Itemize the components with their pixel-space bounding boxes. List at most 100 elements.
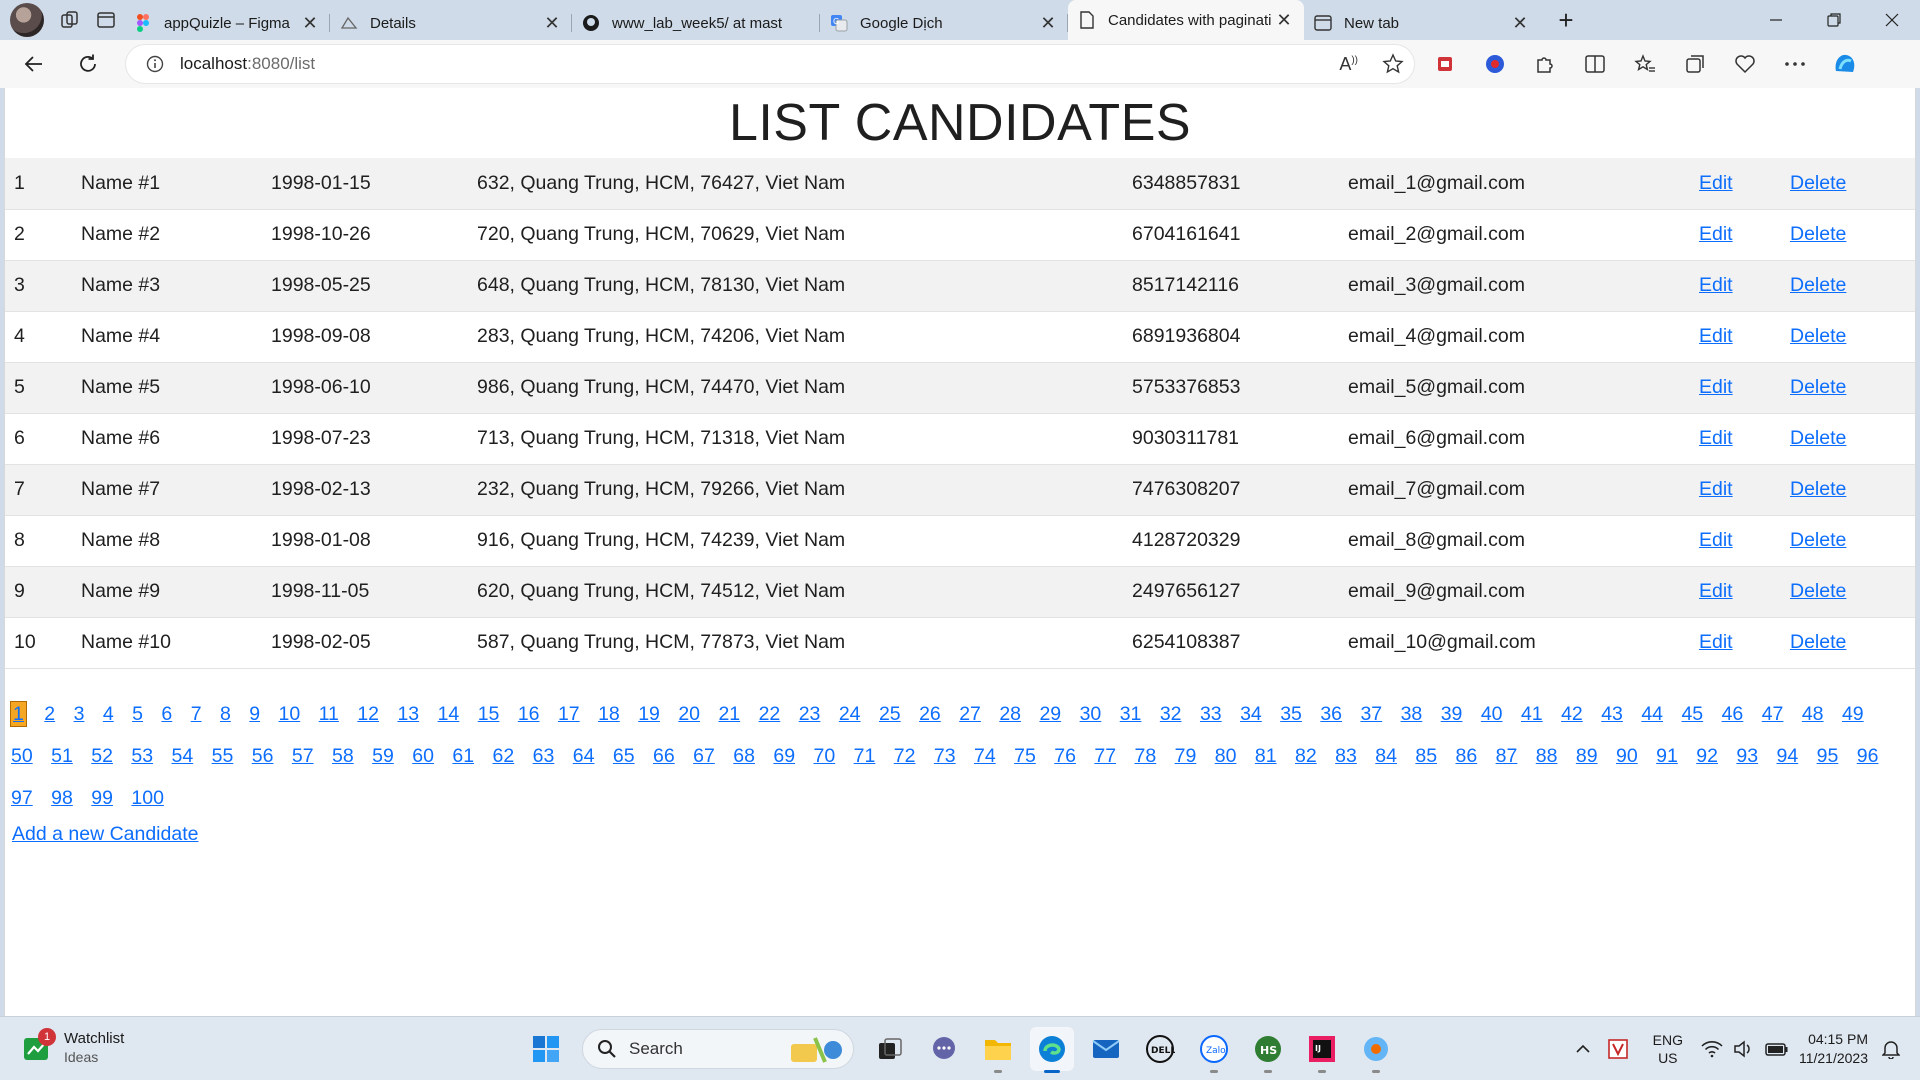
page-link[interactable]: 12 (357, 702, 379, 726)
page-link[interactable]: 34 (1240, 702, 1262, 726)
page-link[interactable]: 15 (478, 702, 500, 726)
page-link[interactable]: 17 (558, 702, 580, 726)
delete-link[interactable]: Delete (1790, 580, 1846, 602)
edit-link[interactable]: Edit (1699, 325, 1733, 347)
address-bar[interactable]: localhost:8080/list A)) (126, 45, 1414, 83)
page-link[interactable]: 14 (438, 702, 460, 726)
page-link[interactable]: 11 (319, 702, 339, 726)
edit-link[interactable]: Edit (1699, 274, 1733, 296)
page-link[interactable]: 95 (1817, 744, 1839, 768)
page-link[interactable]: 28 (999, 702, 1021, 726)
page-link[interactable]: 78 (1135, 744, 1157, 768)
page-link[interactable]: 69 (773, 744, 795, 768)
quick-settings-button[interactable] (1701, 1040, 1789, 1058)
edit-link[interactable]: Edit (1699, 427, 1733, 449)
page-link[interactable]: 58 (332, 744, 354, 768)
page-link[interactable]: 22 (759, 702, 781, 726)
page-link[interactable]: 49 (1842, 702, 1864, 726)
page-link[interactable]: 42 (1561, 702, 1583, 726)
hs-app-button[interactable]: HS (1246, 1027, 1290, 1073)
file-explorer-button[interactable] (976, 1027, 1020, 1073)
close-window-button[interactable] (1864, 0, 1920, 40)
refresh-button[interactable] (68, 46, 108, 82)
page-link[interactable]: 85 (1415, 744, 1437, 768)
tab-figma[interactable]: appQuizle – Figma ✕ (124, 6, 330, 40)
postman-button[interactable] (1354, 1027, 1398, 1073)
page-link[interactable]: 100 (131, 786, 164, 810)
page-link[interactable]: 8 (220, 702, 231, 726)
page-link[interactable]: 40 (1481, 702, 1503, 726)
extensions-button[interactable] (1530, 49, 1560, 79)
delete-link[interactable]: Delete (1790, 631, 1846, 653)
page-link[interactable]: 33 (1200, 702, 1222, 726)
page-link[interactable]: 93 (1736, 744, 1758, 768)
page-link[interactable]: 81 (1255, 744, 1277, 768)
page-link[interactable]: 62 (493, 744, 515, 768)
page-link[interactable]: 31 (1120, 702, 1142, 726)
split-screen-button[interactable] (1580, 49, 1610, 79)
tab-details[interactable]: Details ✕ (330, 6, 572, 40)
page-link[interactable]: 32 (1160, 702, 1182, 726)
page-link[interactable]: 9 (249, 702, 260, 726)
zalo-button[interactable]: Zalo (1192, 1027, 1236, 1073)
delete-link[interactable]: Delete (1790, 376, 1846, 398)
start-button[interactable] (524, 1027, 568, 1071)
page-link[interactable]: 82 (1295, 744, 1317, 768)
widgets-button[interactable]: 1 Watchlist Ideas (22, 1028, 124, 1067)
page-link[interactable]: 65 (613, 744, 635, 768)
page-link[interactable]: 61 (452, 744, 474, 768)
page-link[interactable]: 75 (1014, 744, 1036, 768)
edit-link[interactable]: Edit (1699, 529, 1733, 551)
settings-more-button[interactable] (1780, 49, 1810, 79)
page-link[interactable]: 97 (11, 786, 33, 810)
page-link[interactable]: 74 (974, 744, 996, 768)
mail-button[interactable] (1084, 1027, 1128, 1071)
back-button[interactable] (14, 46, 54, 82)
taskbar-search[interactable]: Search (582, 1029, 854, 1069)
page-link-current[interactable]: 1 (10, 700, 27, 727)
minimize-button[interactable] (1748, 0, 1804, 40)
favorite-star-icon[interactable] (1382, 53, 1404, 75)
page-link[interactable]: 89 (1576, 744, 1598, 768)
page-link[interactable]: 25 (879, 702, 901, 726)
page-link[interactable]: 35 (1280, 702, 1302, 726)
page-link[interactable]: 51 (51, 744, 73, 768)
workspaces-button[interactable] (52, 4, 88, 36)
page-link[interactable]: 84 (1375, 744, 1397, 768)
tab-close-icon[interactable]: ✕ (542, 13, 562, 34)
favorites-button[interactable] (1630, 49, 1660, 79)
extension-shield-button[interactable] (1430, 49, 1460, 79)
page-link[interactable]: 23 (799, 702, 821, 726)
tab-google-translate[interactable]: G Google Dịch ✕ (820, 6, 1068, 40)
page-link[interactable]: 10 (279, 702, 301, 726)
edit-link[interactable]: Edit (1699, 223, 1733, 245)
page-link[interactable]: 96 (1857, 744, 1879, 768)
page-link[interactable]: 30 (1080, 702, 1102, 726)
page-link[interactable]: 83 (1335, 744, 1357, 768)
page-link[interactable]: 99 (91, 786, 113, 810)
task-view-button[interactable] (868, 1027, 912, 1071)
page-link[interactable]: 26 (919, 702, 941, 726)
page-link[interactable]: 77 (1094, 744, 1116, 768)
page-link[interactable]: 80 (1215, 744, 1237, 768)
page-link[interactable]: 87 (1496, 744, 1518, 768)
tab-close-icon[interactable]: ✕ (1274, 10, 1294, 31)
page-link[interactable]: 5 (132, 702, 143, 726)
page-link[interactable]: 21 (718, 702, 740, 726)
delete-link[interactable]: Delete (1790, 325, 1846, 347)
intellij-button[interactable]: IJ (1300, 1027, 1344, 1073)
delete-link[interactable]: Delete (1790, 529, 1846, 551)
tab-candidates[interactable]: Candidates with paginati ✕ (1068, 0, 1304, 40)
page-link[interactable]: 54 (172, 744, 194, 768)
page-link[interactable]: 72 (894, 744, 916, 768)
tray-app-button[interactable] (1607, 1038, 1629, 1060)
page-link[interactable]: 88 (1536, 744, 1558, 768)
page-link[interactable]: 79 (1175, 744, 1197, 768)
page-link[interactable]: 47 (1762, 702, 1784, 726)
tab-close-icon[interactable]: ✕ (300, 13, 320, 34)
page-link[interactable]: 44 (1641, 702, 1663, 726)
edit-link[interactable]: Edit (1699, 478, 1733, 500)
language-indicator[interactable]: ENG US (1653, 1031, 1683, 1067)
vertical-tabs-button[interactable] (88, 4, 124, 36)
page-link[interactable]: 7 (191, 702, 202, 726)
